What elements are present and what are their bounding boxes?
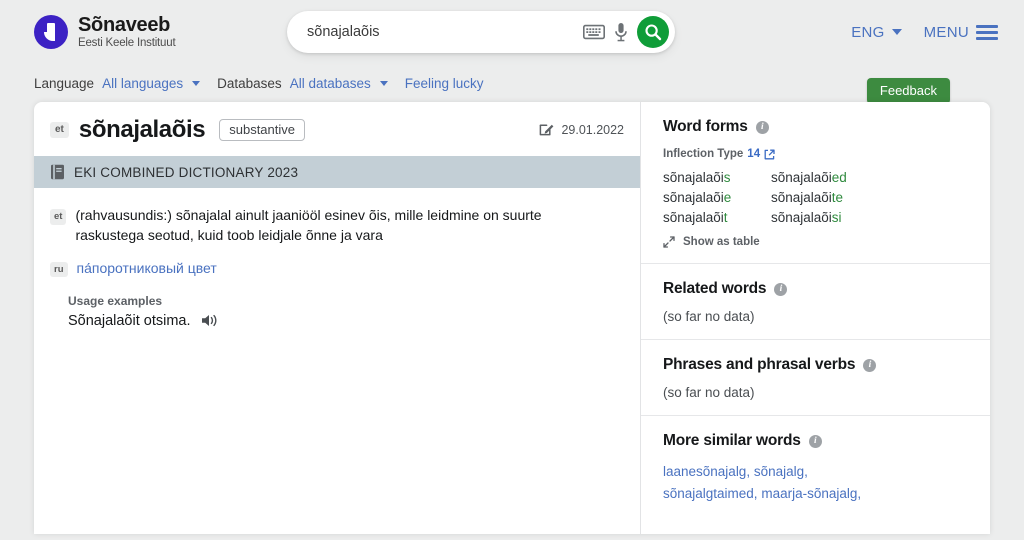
language-selector-label: ENG (851, 23, 885, 41)
phrases-heading: Phrases and phrasal verbs i (663, 356, 970, 374)
part-of-speech-badge: substantive (219, 119, 305, 141)
language-filter-chevron-down-icon[interactable] (192, 80, 201, 86)
inflection-type-number: 14 (747, 148, 761, 160)
keyboard-icon[interactable] (583, 24, 605, 40)
info-icon[interactable]: i (863, 358, 877, 372)
brand-subtitle: Eesti Keele Instituut (78, 36, 176, 49)
search-icon (645, 24, 662, 41)
similar-word-link[interactable]: sõnajalg, (754, 464, 808, 479)
dictionary-name: EKI COMBINED DICTIONARY 2023 (74, 164, 299, 180)
phrases-section: Phrases and phrasal verbs i (so far no d… (641, 339, 990, 415)
definition-language-tag: et (50, 209, 67, 225)
microphone-icon[interactable] (613, 21, 629, 43)
similar-word-link[interactable]: maarja-sõnajalg, (761, 486, 861, 501)
databases-filter-label: Databases (217, 75, 282, 91)
show-as-table-button[interactable]: Show as table (663, 236, 970, 248)
book-icon (51, 164, 64, 180)
translation-link[interactable]: па́поротниковый цвет (77, 258, 217, 278)
related-words-empty: (so far no data) (663, 309, 755, 324)
hamburger-menu-icon (976, 24, 998, 40)
usage-examples-title: Usage examples (68, 293, 163, 308)
word-forms-title: Word forms (663, 118, 748, 135)
entry-main-column: et sõnajalaõis substantive 29.01.2022 EK… (34, 102, 640, 534)
info-icon[interactable]: i (755, 120, 769, 134)
usage-example-text: Sõnajalaõit otsima. (68, 312, 191, 329)
menu-button[interactable]: MENU (924, 24, 998, 41)
top-navigation: ENG MENU (851, 0, 998, 64)
related-words-heading: Related words i (663, 280, 970, 298)
word-form-item: sõnajalaõie (663, 190, 732, 205)
similar-words-list: laanesõnajalg, sõnajalg, sõnajalgtaimed,… (663, 461, 970, 505)
info-icon[interactable]: i (808, 434, 822, 448)
databases-filter-chevron-down-icon[interactable] (379, 80, 388, 86)
word-forms-section: Word forms i Inflection Type 14 sõnajala… (641, 102, 990, 263)
brand-logo-block[interactable]: Sõnaveeb Eesti Keele Instituut (34, 13, 176, 50)
related-words-title: Related words (663, 280, 767, 297)
edit-pencil-icon[interactable] (539, 122, 554, 137)
definition-text: (rahvausundis:) sõnajalal ainult jaaniöö… (75, 207, 542, 244)
inflection-type-label: Inflection Type (663, 148, 744, 160)
entry-meta: 29.01.2022 (539, 122, 624, 137)
entry-header: et sõnajalaõis substantive 29.01.2022 (34, 102, 640, 156)
app-header: Sõnaveeb Eesti Keele Instituut sõnajalaõ… (0, 0, 1024, 64)
brand-name: Sõnaveeb (78, 13, 171, 36)
speaker-audio-icon[interactable] (201, 313, 218, 328)
definition-row: et (rahvausundis:) sõnajalal ainult jaan… (50, 205, 624, 246)
search-submit-button[interactable] (637, 16, 669, 48)
similar-word-link[interactable]: sõnajalgtaimed, (663, 486, 758, 501)
usage-example-row: Sõnajalaõit otsima. (68, 313, 624, 329)
feeling-lucky-link[interactable]: Feeling lucky (405, 76, 484, 91)
entry-sidebar: Word forms i Inflection Type 14 sõnajala… (640, 102, 990, 534)
word-form-item: sõnajalaõisi (771, 210, 842, 225)
similar-words-section: More similar words i laanesõnajalg, sõna… (641, 415, 990, 520)
similar-words-title: More similar words (663, 432, 801, 449)
word-form-item: sõnajalaõite (771, 190, 844, 205)
external-link-icon[interactable] (764, 149, 775, 160)
search-bar[interactable] (287, 11, 675, 53)
language-filter-label: Language (34, 75, 95, 91)
phrases-empty: (so far no data) (663, 385, 755, 400)
similar-words-heading: More similar words i (663, 432, 970, 450)
phrases-title: Phrases and phrasal verbs (663, 356, 856, 373)
definition-block: et (rahvausundis:) sõnajalal ainult jaan… (34, 188, 640, 278)
language-filter-value[interactable]: All languages (102, 76, 183, 91)
language-selector[interactable]: ENG (851, 23, 902, 41)
word-form-item: sõnajalaõied (771, 170, 847, 185)
similar-word-link[interactable]: laanesõnajalg, (663, 464, 750, 479)
sonaveeb-logo-icon (34, 15, 68, 49)
inflection-type-row[interactable]: Inflection Type 14 (663, 148, 970, 160)
word-form-item: sõnajalaõit (663, 210, 728, 225)
translation-row: ru па́поротниковый цвет (50, 258, 624, 278)
info-icon[interactable]: i (774, 282, 788, 296)
menu-button-label: MENU (923, 23, 969, 41)
translation-language-tag: ru (50, 261, 68, 278)
usage-examples-block: Usage examples Sõnajalaõit otsima. (34, 278, 640, 329)
brand-text: Sõnaveeb Eesti Keele Instituut (78, 13, 176, 50)
search-input[interactable] (305, 11, 579, 53)
content-card: et sõnajalaõis substantive 29.01.2022 EK… (34, 102, 990, 534)
word-form-item: sõnajalaõis (663, 170, 731, 185)
entry-date: 29.01.2022 (561, 122, 624, 137)
entry-language-tag: et (50, 122, 69, 138)
chevron-down-icon (891, 29, 902, 35)
related-words-section: Related words i (so far no data) (641, 263, 990, 339)
expand-arrows-icon (663, 236, 675, 248)
feedback-button[interactable]: Feedback (866, 78, 950, 104)
dictionary-source-band: EKI COMBINED DICTIONARY 2023 (34, 156, 640, 188)
word-forms-heading: Word forms i (663, 118, 970, 136)
databases-filter-value[interactable]: All databases (290, 76, 371, 91)
show-as-table-label: Show as table (683, 236, 760, 248)
word-forms-grid: sõnajalaõis sõnajalaõied sõnajalaõie sõn… (663, 170, 970, 225)
page-title: sõnajalaõis (78, 116, 206, 143)
